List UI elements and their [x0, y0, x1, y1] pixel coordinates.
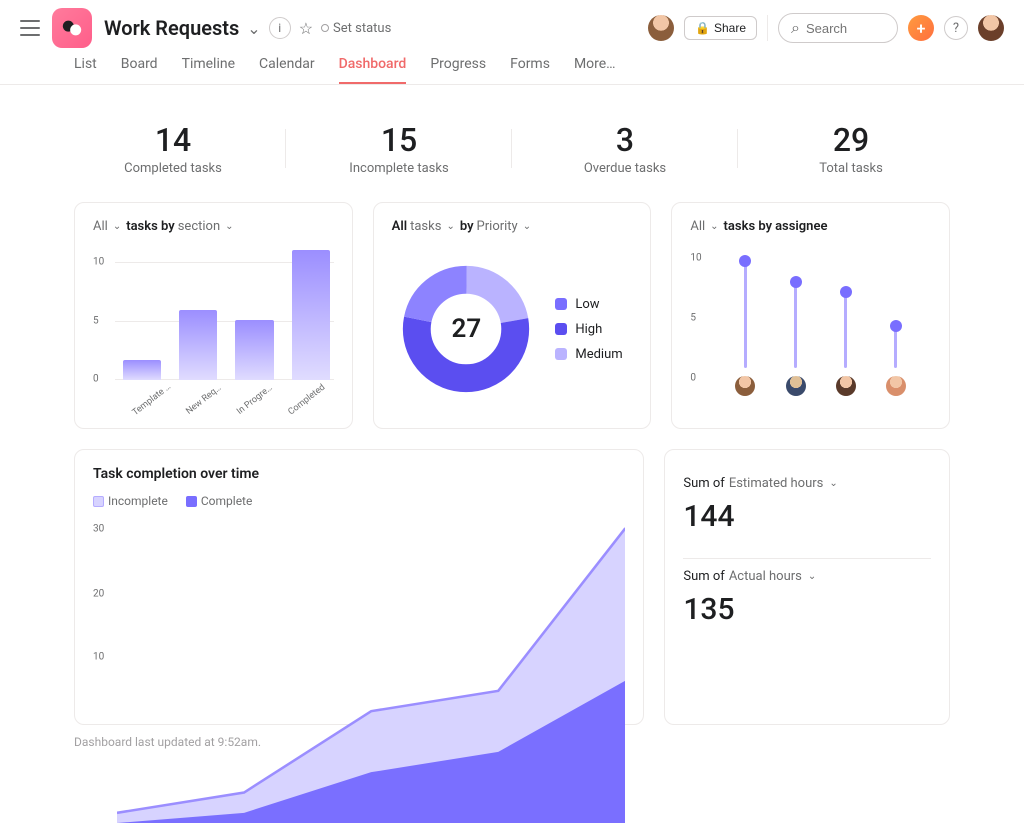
legend-item-medium: Medium [555, 347, 622, 362]
tab-progress[interactable]: Progress [430, 56, 486, 84]
tab-list[interactable]: List [74, 56, 97, 84]
chevron-down-icon[interactable]: ⌄ [523, 221, 531, 232]
chart-legend: Incomplete Complete [93, 494, 625, 508]
tab-forms[interactable]: Forms [510, 56, 550, 84]
stats-row: 14 Completed tasks 15 Incomplete tasks 3… [0, 85, 1024, 202]
chevron-down-icon[interactable]: ⌄ [710, 221, 718, 232]
bar [123, 360, 161, 380]
estimated-hours-value: 144 [683, 499, 931, 534]
actual-hours-block: Sum of Actual hours ⌄ 135 [683, 559, 931, 651]
chevron-down-icon[interactable]: ⌄ [247, 19, 260, 38]
star-icon[interactable]: ☆ [299, 19, 313, 38]
info-icon[interactable]: i [269, 17, 291, 39]
tab-board[interactable]: Board [121, 56, 158, 84]
chevron-down-icon[interactable]: ⌄ [446, 221, 454, 232]
bar [235, 320, 273, 380]
lollipop [794, 282, 797, 368]
assignee-avatar[interactable] [836, 376, 856, 396]
menu-icon[interactable] [20, 20, 40, 36]
add-button[interactable]: + [908, 15, 934, 41]
legend-item-low: Low [555, 297, 622, 312]
assignee-avatar[interactable] [786, 376, 806, 396]
card-title: All⌄ tasks by assignee [690, 219, 931, 234]
area-chart: 30 20 10 [93, 518, 625, 708]
search-box[interactable]: ⌕ [778, 13, 898, 43]
legend-item-incomplete: Incomplete [93, 494, 168, 508]
tab-more[interactable]: More… [574, 56, 616, 84]
assignee-avatar[interactable] [735, 376, 755, 396]
divider [767, 15, 768, 41]
member-avatar[interactable] [648, 15, 674, 41]
lollipop [744, 261, 747, 368]
bar-chart: 10 5 0 Template … New Req… In Progre… Co… [93, 246, 334, 406]
assignee-avatar[interactable] [886, 376, 906, 396]
stat-incomplete[interactable]: 15 Incomplete tasks [286, 121, 512, 176]
bar [179, 310, 217, 380]
top-bar: Work Requests ⌄ i ☆ Set status 🔒 Share ⌕… [0, 0, 1024, 48]
chevron-down-icon[interactable]: ⌄ [225, 221, 233, 232]
stat-completed[interactable]: 14 Completed tasks [60, 121, 286, 176]
card-title: All tasks⌄ by Priority⌄ [392, 219, 633, 234]
estimated-hours-block: Sum of Estimated hours ⌄ 144 [683, 466, 931, 558]
lollipop [894, 326, 897, 368]
search-icon: ⌕ [791, 18, 800, 38]
cards-row-1: All⌄ tasks by section⌄ 10 5 0 Template …… [0, 202, 1024, 429]
tab-timeline[interactable]: Timeline [182, 56, 235, 84]
chevron-down-icon[interactable]: ⌄ [808, 571, 816, 582]
legend-item-complete: Complete [186, 494, 253, 508]
share-button[interactable]: 🔒 Share [684, 16, 757, 40]
card-tasks-by-assignee[interactable]: All⌄ tasks by assignee 10 5 0 [671, 202, 950, 429]
set-status-button[interactable]: Set status [321, 21, 391, 36]
search-input[interactable] [806, 21, 886, 36]
chevron-down-icon[interactable]: ⌄ [113, 221, 121, 232]
status-dot-icon [321, 24, 329, 32]
chevron-down-icon[interactable]: ⌄ [829, 478, 837, 489]
donut-chart: 27 [401, 264, 531, 394]
lock-icon: 🔒 [695, 21, 710, 35]
lollipop-chart: 10 5 0 [690, 246, 931, 396]
cards-row-2: Task completion over time Incomplete Com… [0, 429, 1024, 725]
page-title: Work Requests [104, 16, 239, 40]
tab-dashboard[interactable]: Dashboard [339, 56, 407, 84]
card-title: All⌄ tasks by section⌄ [93, 219, 334, 234]
bar [292, 250, 330, 380]
legend-item-high: High [555, 322, 622, 337]
lollipop [844, 292, 847, 368]
tabs: List Board Timeline Calendar Dashboard P… [0, 48, 1024, 85]
card-tasks-by-priority[interactable]: All tasks⌄ by Priority⌄ 27 Low High Medi… [373, 202, 652, 429]
stat-total[interactable]: 29 Total tasks [738, 121, 964, 176]
user-avatar[interactable] [978, 15, 1004, 41]
card-hours-summary[interactable]: Sum of Estimated hours ⌄ 144 Sum of Actu… [664, 449, 950, 725]
stat-overdue[interactable]: 3 Overdue tasks [512, 121, 738, 176]
chart-legend: Low High Medium [555, 297, 622, 362]
tab-calendar[interactable]: Calendar [259, 56, 315, 84]
actual-hours-value: 135 [683, 592, 931, 627]
card-tasks-by-section[interactable]: All⌄ tasks by section⌄ 10 5 0 Template …… [74, 202, 353, 429]
donut-center-value: 27 [401, 264, 531, 394]
project-icon[interactable] [52, 8, 92, 48]
card-completion-over-time[interactable]: Task completion over time Incomplete Com… [74, 449, 644, 725]
help-icon[interactable]: ? [944, 16, 968, 40]
card-title: Task completion over time [93, 466, 625, 482]
